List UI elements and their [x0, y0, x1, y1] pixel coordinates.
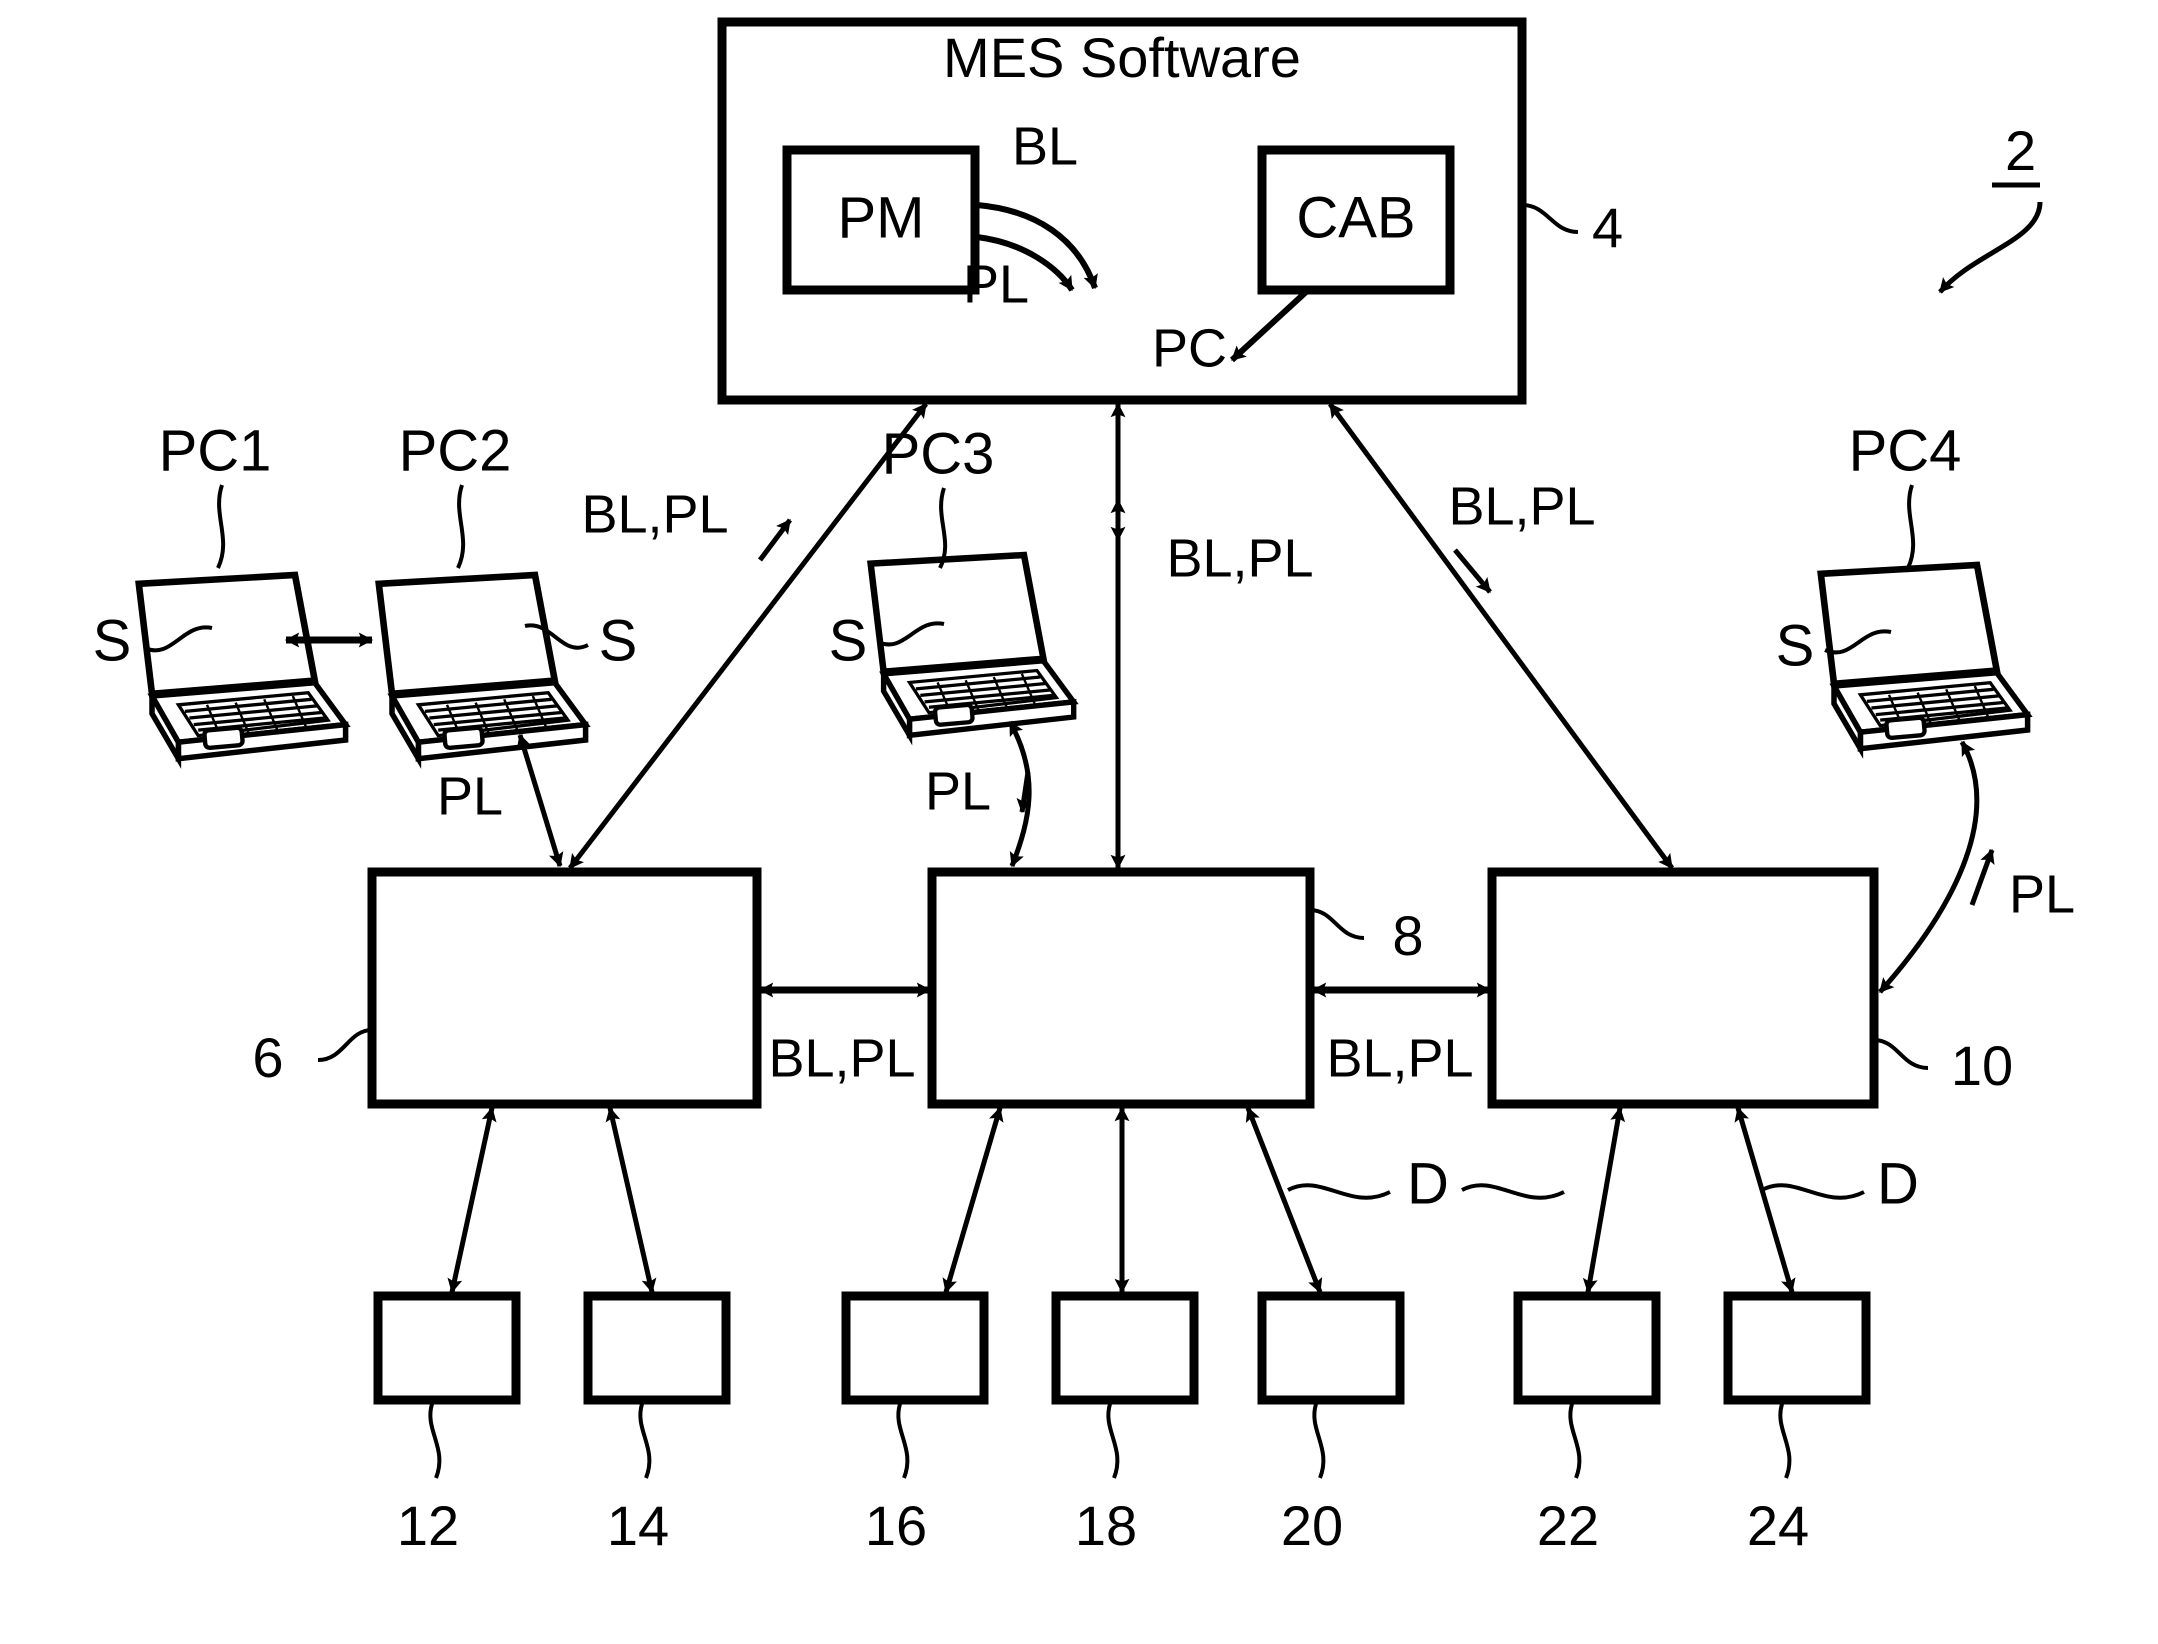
pc4-label: PC4 [1849, 418, 1962, 483]
workstation-pc1[interactable]: PC1 S [93, 418, 346, 758]
link-pc3-cell8: PL [925, 720, 1032, 868]
machine-22-ref-label: 22 [1537, 1494, 1599, 1557]
figure-ref-2-label: 2 [2005, 119, 2036, 182]
machine-24-ref-label: 24 [1747, 1494, 1809, 1557]
cab-module-label: CAB [1296, 185, 1415, 250]
pm-module-label: PM [838, 185, 925, 250]
link-mes-cell10: BL,PL [1327, 402, 1675, 870]
link-cell6-m12 [447, 1106, 497, 1294]
laptop-icon [871, 555, 1074, 735]
machine-16-ref-label: 16 [865, 1494, 927, 1557]
pc-flow-label: PC [1152, 318, 1227, 378]
bl-flow-label: BL [1012, 116, 1078, 176]
d-label-1: D [1287, 1151, 1565, 1216]
workstation-pc3[interactable]: PC3 S [829, 421, 1074, 735]
link-cell8-m20 [1245, 1106, 1323, 1294]
pc1-label: PC1 [159, 418, 272, 483]
link-pc2-cell6-label: PL [437, 766, 503, 826]
machine-box-12: 12 [373, 1291, 521, 1557]
machine-box-18: 18 [1051, 1291, 1199, 1557]
d-label-2-text: D [1877, 1151, 1919, 1216]
link-cell8-cell10-label: BL,PL [1326, 1028, 1473, 1088]
patent-figure-svg: MES Software 4 PM CAB BL PL PC 2 PC1 S P… [93, 17, 2075, 1557]
machine-box-20: 20 [1257, 1291, 1405, 1557]
link-mes-cell8: BL,PL [1110, 402, 1314, 870]
machine-12-ref-label: 12 [397, 1494, 459, 1557]
cell-6-ref-label: 6 [252, 1026, 283, 1089]
link-pc3-cell8-label: PL [925, 761, 991, 821]
link-pc4-cell10: PL [1878, 740, 2075, 994]
pc3-label: PC3 [882, 421, 995, 486]
pc3-signal-label: S [829, 608, 868, 673]
machine-box-22: 22 [1513, 1291, 1661, 1557]
machine-20-ref-label: 20 [1281, 1494, 1343, 1557]
pc4-signal-label: S [1776, 613, 1815, 678]
cell-8-ref-label: 8 [1392, 904, 1423, 967]
link-pc4-cell10-label: PL [2009, 864, 2075, 924]
ref-4-label: 4 [1592, 196, 1623, 259]
d-label-2: D [1761, 1151, 1919, 1216]
mes-software-title: MES Software [943, 26, 1301, 89]
pl-flow-label: PL [963, 254, 1029, 314]
cab-module-box: CAB [1257, 145, 1455, 295]
figure-canvas: MES Software 4 PM CAB BL PL PC 2 PC1 S P… [0, 0, 2158, 1644]
machine-18-ref-label: 18 [1075, 1494, 1137, 1557]
pc1-signal-label: S [93, 608, 132, 673]
laptop-icon [139, 575, 346, 759]
laptop-icon [1821, 565, 2028, 749]
link-mes-cell8-label: BL,PL [1166, 528, 1313, 588]
laptop-icon [379, 575, 586, 759]
d-label-1-text: D [1407, 1151, 1449, 1216]
cell-box-10: 10 [1487, 867, 2013, 1109]
pc2-label: PC2 [399, 418, 512, 483]
machine-14-ref-label: 14 [607, 1494, 669, 1557]
machine-box-24: 24 [1723, 1291, 1871, 1557]
workstation-pc4[interactable]: PC4 S [1776, 418, 2028, 748]
cell-box-6: 6 [252, 867, 762, 1109]
cell-10-ref-label: 10 [1951, 1034, 2013, 1097]
ref-4-leader: 4 [1521, 196, 1623, 259]
link-cell6-cell8-label: BL,PL [768, 1028, 915, 1088]
pm-module-box: PM [782, 145, 980, 295]
pc2-signal-label: S [599, 608, 638, 673]
figure-ref-2: 2 [1938, 119, 2043, 294]
link-cell10-m24 [1734, 1106, 1796, 1294]
link-cell8-cell10: BL,PL [1311, 982, 1492, 1088]
link-mes-cell6-label: BL,PL [581, 484, 728, 544]
link-cell6-m14 [605, 1106, 657, 1294]
machine-box-14: 14 [583, 1291, 731, 1557]
machine-box-16: 16 [841, 1291, 989, 1557]
link-mes-cell10-label: BL,PL [1448, 476, 1595, 536]
workstation-pc2[interactable]: PC2 S [379, 418, 638, 758]
link-cell10-m22 [1582, 1106, 1626, 1294]
link-cell8-m16 [942, 1106, 1004, 1294]
link-cell6-cell8: BL,PL [758, 982, 932, 1088]
